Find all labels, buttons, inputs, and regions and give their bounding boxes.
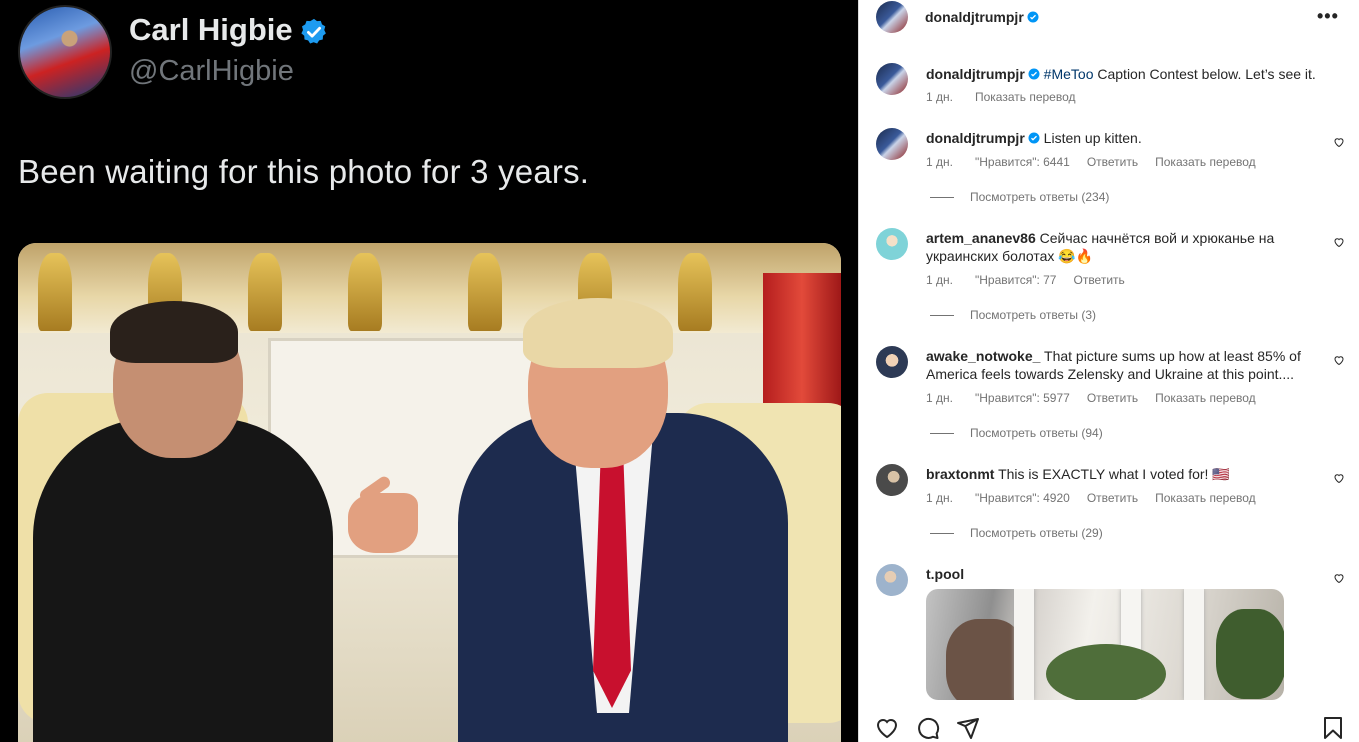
- heart-icon[interactable]: [1333, 354, 1345, 366]
- comment-time: 1 дн.: [926, 90, 953, 104]
- view-replies-button[interactable]: Посмотреть ответы (94): [930, 426, 1103, 440]
- likes-count[interactable]: "Нравится": 6441: [975, 155, 1070, 169]
- action-bar: [859, 706, 1359, 742]
- heart-icon[interactable]: [875, 716, 899, 740]
- post-author[interactable]: donaldjtrumpjr: [925, 9, 1039, 25]
- comment: artem_ananev86 Сейчас начнётся вой и хрю…: [926, 229, 1296, 265]
- avatar[interactable]: [876, 346, 908, 378]
- comment-icon[interactable]: [916, 716, 940, 740]
- comment-username[interactable]: t.pool: [926, 566, 964, 582]
- comment-time: 1 дн.: [926, 273, 953, 287]
- verified-icon: [1027, 11, 1039, 23]
- likes-count[interactable]: "Нравится": 4920: [975, 491, 1070, 505]
- likes-count[interactable]: "Нравится": 77: [975, 273, 1057, 287]
- bookmark-icon[interactable]: [1321, 716, 1345, 740]
- translate-button[interactable]: Показать перевод: [1155, 155, 1256, 169]
- post-header: donaldjtrumpjr •••: [859, 0, 1359, 34]
- comment-text: Listen up kitten.: [1043, 130, 1142, 146]
- comment: t.pool: [926, 565, 964, 583]
- tweet-handle: @CarlHigbie: [129, 55, 294, 87]
- avatar[interactable]: [876, 464, 908, 496]
- avatar[interactable]: [876, 228, 908, 260]
- avatar[interactable]: [876, 564, 908, 596]
- comment-username[interactable]: donaldjtrumpjr: [926, 66, 1025, 82]
- reply-button[interactable]: Ответить: [1087, 391, 1138, 405]
- hashtag-link[interactable]: #MeToo: [1044, 66, 1094, 82]
- comment-meta: 1 дн. "Нравится": 6441 Ответить Показать пе…: [926, 155, 1273, 169]
- author-avatar[interactable]: [876, 1, 908, 33]
- comment-username[interactable]: artem_ananev86: [926, 230, 1036, 246]
- comment-gif-image[interactable]: [926, 589, 1284, 700]
- heart-icon[interactable]: [1333, 472, 1345, 484]
- heart-icon[interactable]: [1333, 572, 1345, 584]
- verified-icon: [301, 18, 326, 44]
- comment-meta: 1 дн. Показать перевод: [926, 90, 1093, 104]
- comment-time: 1 дн.: [926, 491, 953, 505]
- view-replies-button[interactable]: Посмотреть ответы (29): [930, 526, 1103, 540]
- translate-button[interactable]: Показать перевод: [1155, 491, 1256, 505]
- comment-meta: 1 дн. "Нравится": 4920 Ответить Показать пе…: [926, 491, 1273, 505]
- reply-button[interactable]: Ответить: [1073, 273, 1124, 287]
- view-replies-label[interactable]: Посмотреть ответы (29): [970, 526, 1103, 540]
- view-replies-label[interactable]: Посмотреть ответы (3): [970, 308, 1096, 322]
- view-replies-button[interactable]: Посмотреть ответы (234): [930, 190, 1109, 204]
- heart-icon[interactable]: [1333, 236, 1345, 248]
- tweet-avatar: [18, 5, 112, 99]
- comment-username[interactable]: braxtonmt: [926, 466, 994, 482]
- comment-meta: 1 дн. "Нравится": 5977 Ответить Показать пе…: [926, 391, 1273, 405]
- post-author-name[interactable]: donaldjtrumpjr: [925, 9, 1024, 25]
- comment-text: This is EXACTLY what I voted for! 🇺🇸: [998, 466, 1230, 482]
- comments-panel: donaldjtrumpjr ••• donaldjtrumpjr #MeToo…: [858, 0, 1359, 742]
- tweet-screenshot: Carl Higbie @CarlHigbie Been waiting for…: [0, 0, 858, 742]
- comment-text: Caption Contest below. Let’s see it.: [1093, 66, 1316, 82]
- tweet-author-name: Carl Higbie: [129, 12, 293, 47]
- view-replies-label[interactable]: Посмотреть ответы (94): [970, 426, 1103, 440]
- verified-icon: [1028, 132, 1040, 144]
- comment: braxtonmt This is EXACTLY what I voted f…: [926, 465, 1306, 483]
- view-replies-label[interactable]: Посмотреть ответы (234): [970, 190, 1109, 204]
- avatar[interactable]: [876, 63, 908, 95]
- heart-icon[interactable]: [1333, 136, 1345, 148]
- verified-icon: [1028, 68, 1040, 80]
- translate-button[interactable]: Показать перевод: [975, 90, 1076, 104]
- comment-username[interactable]: awake_notwoke_: [926, 348, 1040, 364]
- tweet-text: Been waiting for this photo for 3 years.: [18, 153, 590, 190]
- translate-button[interactable]: Показать перевод: [1155, 391, 1256, 405]
- comment: donaldjtrumpjr Listen up kitten.: [926, 129, 1326, 147]
- caption-comment: donaldjtrumpjr #MeToo Caption Contest be…: [926, 65, 1346, 83]
- share-icon[interactable]: [956, 716, 980, 740]
- more-icon[interactable]: •••: [1317, 6, 1339, 27]
- avatar[interactable]: [876, 128, 908, 160]
- comment-meta: 1 дн. "Нравится": 77 Ответить: [926, 273, 1142, 287]
- likes-count[interactable]: "Нравится": 5977: [975, 391, 1070, 405]
- view-replies-button[interactable]: Посмотреть ответы (3): [930, 308, 1096, 322]
- tweet-photo: [18, 243, 841, 742]
- reply-button[interactable]: Ответить: [1087, 491, 1138, 505]
- comment-time: 1 дн.: [926, 391, 953, 405]
- reply-button[interactable]: Ответить: [1087, 155, 1138, 169]
- comment-username[interactable]: donaldjtrumpjr: [926, 130, 1025, 146]
- comment-time: 1 дн.: [926, 155, 953, 169]
- comment: awake_notwoke_ That picture sums up how …: [926, 347, 1311, 383]
